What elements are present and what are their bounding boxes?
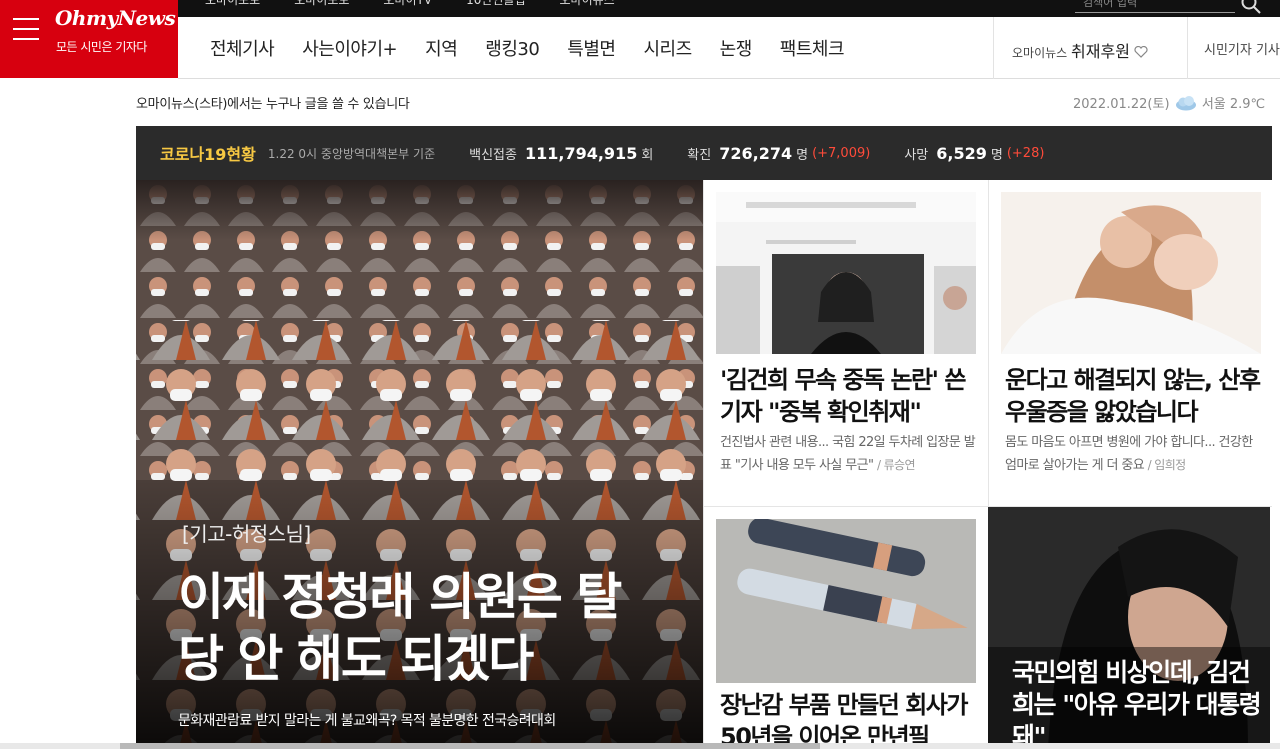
article-author: / 임희정 [1147,458,1187,472]
horizontal-scrollbar[interactable] [0,743,1280,749]
nav-item[interactable]: 특별면 [567,35,616,61]
confirmed-label: 확진 [687,147,712,163]
article-thumbnail [716,519,976,683]
article-thumbnail [1001,192,1261,354]
search-icon[interactable] [1240,0,1262,14]
covid-base: 1.22 0시 중앙방역대책본부 기준 [267,146,436,161]
vaccine-unit: 회 [641,147,654,163]
hero-tag: [기고-허정스님] [182,522,311,546]
notice-text[interactable]: 오마이뉴스(스타)에서는 누구나 글을 쓸 수 있습니다 [136,93,410,112]
nav-item[interactable]: 논쟁 [720,35,753,61]
weather-text: 서울 2.9℃ [1201,97,1266,112]
citizen-reporter-link[interactable]: 시민기자 기사 [1187,17,1280,79]
nav-item[interactable]: 지역 [425,35,458,61]
logo-brand: OhmyNews [55,6,176,30]
hero-headline[interactable]: 이제 정청래 의원은 탈당 안 해도 되겠다 [178,566,658,690]
death-increase: (+28) [1006,145,1045,161]
nav-right: 오마이뉴스 취재후원 시민기자 기사 [993,17,1280,79]
article-thumbnail [716,192,976,354]
nav-menu: 전체기사 사는이야기+ 지역 랭킹30 특별면 시리즈 논쟁 팩트체크 [210,35,872,61]
main-nav: 전체기사 사는이야기+ 지역 랭킹30 특별면 시리즈 논쟁 팩트체크 오마이뉴… [178,17,1280,79]
death-label: 사망 [904,147,929,163]
nav-item[interactable]: 전체기사 [210,35,275,61]
hero-article[interactable]: [기고-허정스님] 이제 정청래 의원은 탈당 안 해도 되겠다 문화재관람료 … [136,180,703,749]
top-link[interactable]: 오마이포토 [205,0,260,11]
article-card[interactable]: '김건희 무속 중독 논란' 쓴 기자 "중복 확인취재" 건진법사 관련 내용… [703,180,988,507]
covid-title: 코로나19현황 [160,145,256,164]
top-link[interactable]: 오마이뉴스 [560,0,615,11]
top-link[interactable]: 오마이TV [383,0,432,11]
date-text: 2022.01.22(토) [1073,97,1170,112]
death-unit: 명 [990,147,1003,163]
cloud-icon [1175,96,1196,111]
article-title[interactable]: '김건희 무속 중독 논란' 쓴 기자 "중복 확인취재" [720,364,975,428]
article-summary: 건진법사 관련 내용... 국힘 22일 두차례 입장문 발표 "기사 내용 모… [720,432,980,477]
article-title[interactable]: 운다고 해결되지 않는, 산후우울증을 앓았습니다 [1005,364,1261,428]
menu-icon[interactable] [13,18,39,40]
article-card[interactable]: 장난감 부품 만들던 회사가 50년을 이어온 만년필 [703,507,988,749]
nav-item[interactable]: 랭킹30 [485,35,540,61]
article-title[interactable]: 장난감 부품 만들던 회사가 50년을 이어온 만년필 [720,689,975,748]
article-card-dark[interactable]: 국민의힘 비상인데, 김건희는 "아유 우리가 대통령 돼" [988,507,1270,749]
article-title[interactable]: 국민의힘 비상인데, 김건희는 "아유 우리가 대통령 돼" [1012,657,1262,749]
nav-item[interactable]: 시리즈 [643,35,692,61]
confirmed-increase: (+7,009) [812,145,871,161]
sponsor-prefix: 오마이뉴스 [1012,46,1068,60]
vaccine-label: 백신접종 [469,147,517,163]
article-card[interactable]: 운다고 해결되지 않는, 산후우울증을 앓았습니다 몸도 마음도 아프면 병원에… [988,180,1272,507]
death-value: 6,529 [936,143,987,163]
article-desc: 몸도 마음도 아프면 병원에 가야 합니다... 건강한 엄마로 살아가는 게 … [1005,435,1253,473]
confirmed-value: 726,274 [719,143,793,163]
scrollbar-thumb[interactable] [120,743,820,749]
date-weather: 2022.01.22(토) 서울 2.9℃ [1073,93,1265,112]
sponsor-link[interactable]: 오마이뉴스 취재후원 [1012,38,1148,62]
article-summary: 몸도 마음도 아프면 병원에 가야 합니다... 건강한 엄마로 살아가는 게 … [1005,432,1265,477]
top-links: 오마이포토 오마이포토 오마이TV 10만인클럽 오마이뉴스 [205,0,615,17]
covid-status-bar: 코로나19현황 1.22 0시 중앙방역대책본부 기준 백신접종 111,794… [136,126,1272,180]
top-link[interactable]: 10만인클럽 [466,0,525,11]
confirmed-unit: 명 [796,147,809,163]
nav-item[interactable]: 팩트체크 [780,35,845,61]
sponsor-label: 취재후원 [1071,42,1130,61]
nav-item[interactable]: 사는이야기+ [302,35,397,61]
top-link[interactable]: 오마이포토 [294,0,349,11]
logo[interactable]: OhmyNews 모든 시민은 기자다 [0,0,178,78]
article-desc: 건진법사 관련 내용... 국힘 22일 두차례 입장문 발표 "기사 내용 모… [720,435,976,473]
hero-subtitle[interactable]: 문화재관람료 받지 말라는 게 불교왜곡? 목적 불분명한 전국승려대회 [178,710,556,730]
top-strip: 오마이포토 오마이포토 오마이TV 10만인클럽 오마이뉴스 검색어 입력 [0,0,1280,17]
article-author: / 류승연 [876,458,916,472]
vaccine-value: 111,794,915 [524,143,638,163]
heart-icon [1134,46,1148,58]
search-input[interactable]: 검색어 입력 [1075,0,1235,13]
logo-slogan: 모든 시민은 기자다 [56,40,147,54]
